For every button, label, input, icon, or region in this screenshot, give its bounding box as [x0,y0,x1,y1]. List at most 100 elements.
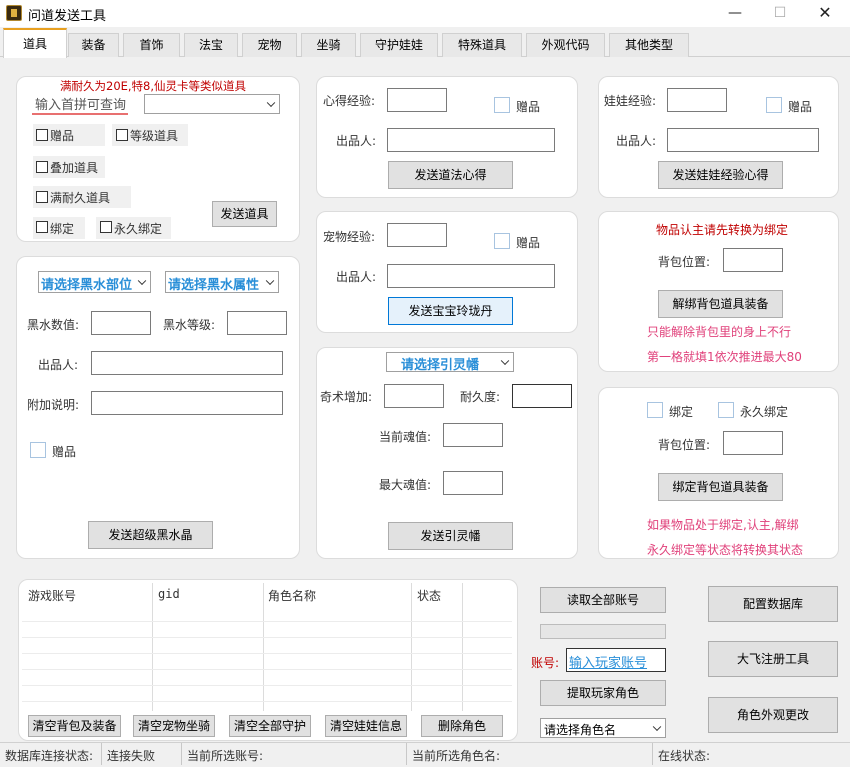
xinde-producer-input[interactable] [387,128,555,152]
xinde-exp-label: 心得经验: [323,94,376,108]
col-header-role-name[interactable]: 角色名称 [268,587,316,604]
blackwater-value-input[interactable] [91,311,151,335]
delete-role-button[interactable]: 删除角色 [421,715,503,737]
stack-item-checkbox[interactable] [36,161,48,173]
soul-durability-input[interactable] [512,384,572,408]
blackwater-attr-combo[interactable]: 请选择黑水属性 [165,271,279,293]
blackwater-gift-checkbox[interactable] [30,442,46,458]
doll-exp-input[interactable] [667,88,727,112]
perm-bind-checkbox[interactable] [718,402,734,418]
unbind-slot-input[interactable] [723,248,783,272]
soul-max-input[interactable] [443,471,503,495]
blackwater-note-input[interactable] [91,391,283,415]
xinde-gift-checkbox[interactable] [494,97,510,113]
pet-gift-checkbox[interactable] [494,233,510,249]
blackwater-attr-text: 请选择黑水属性 [168,278,260,293]
row-divider [22,637,512,638]
send-pet-dan-button[interactable]: 发送宝宝玲珑丹 [388,297,513,325]
send-blackwater-button[interactable]: 发送超级黑水晶 [88,521,213,549]
item-notice: 满耐久为20E,特8,仙灵卡等类似道具 [60,79,247,93]
send-item-button[interactable]: 发送道具 [212,201,277,227]
blackwater-part-text: 请选择黑水部位 [41,278,133,293]
pet-producer-input[interactable] [387,264,555,288]
chevron-down-icon [137,276,147,286]
col-header-account[interactable]: 游戏账号 [28,587,76,604]
blackwater-producer-input[interactable] [91,351,283,375]
close-icon[interactable]: ✕ [802,0,848,27]
tab-other-types[interactable]: 其他类型 [609,33,689,57]
row-divider [22,701,512,702]
item-gift-checkbox[interactable] [36,129,48,141]
send-soul-banner-button[interactable]: 发送引灵幡 [388,522,513,550]
tab-appearance-code[interactable]: 外观代码 [526,33,605,57]
bind-checkbox[interactable] [647,402,663,418]
bind-label: 绑定 [669,405,694,419]
perm-bind-label: 永久绑定 [740,405,789,419]
row-divider [22,669,512,670]
xinde-exp-input[interactable] [387,88,447,112]
change-appearance-button[interactable]: 角色外观更改 [708,697,838,733]
item-perm-bind-checkbox[interactable] [100,221,112,233]
account-label: 账号: [531,656,560,670]
bind-button[interactable]: 绑定背包道具装备 [658,473,783,501]
tab-artifact[interactable]: 法宝 [184,33,238,57]
account-table[interactable]: 游戏账号 gid 角色名称 状态 [22,583,512,711]
search-label: 输入首拼可查询 [35,98,127,113]
level-item-checkbox[interactable] [116,129,128,141]
unbind-button[interactable]: 解绑背包道具装备 [658,290,783,318]
col-divider [411,583,412,711]
xinde-gift-label: 赠品 [516,100,541,114]
status-divider [406,743,407,765]
role-select-combo[interactable]: 请选择角色名 [540,718,666,738]
stack-item-label: 叠加道具 [50,161,99,175]
register-tool-button[interactable]: 大飞注册工具 [708,641,838,677]
clear-bag-button[interactable]: 清空背包及装备 [28,715,121,737]
blackwater-part-combo[interactable]: 请选择黑水部位 [38,271,151,293]
clear-guards-button[interactable]: 清空全部守护 [229,715,311,737]
item-bind-label: 绑定 [50,222,75,236]
maximize-icon[interactable]: ☐ [757,0,803,27]
tab-equipment[interactable]: 装备 [68,33,119,57]
soul-banner-text: 请选择引灵幡 [401,358,480,373]
bind-hint-1: 如果物品处于绑定,认主,解绑 [647,518,799,532]
blackwater-level-label: 黑水等级: [163,318,216,332]
minimize-icon[interactable]: — [712,0,758,27]
fetch-role-button[interactable]: 提取玩家角色 [540,680,666,706]
soul-skill-input[interactable] [384,384,444,408]
full-durability-checkbox[interactable] [36,191,48,203]
doll-gift-checkbox[interactable] [766,97,782,113]
clear-dolls-button[interactable]: 清空娃娃信息 [325,715,407,737]
account-input[interactable]: 输入玩家账号 [566,648,666,672]
unbind-hint-2: 第一格就填1依次推进最大80 [647,350,802,364]
pet-exp-input[interactable] [387,223,447,247]
col-header-status[interactable]: 状态 [417,587,441,604]
db-status-label: 数据库连接状态: [5,749,94,763]
item-bind-checkbox[interactable] [36,221,48,233]
read-all-accounts-button[interactable]: 读取全部账号 [540,587,666,613]
bind-slot-input[interactable] [723,431,783,455]
row-divider [22,685,512,686]
role-select-text: 请选择角色名 [544,723,617,737]
tab-special-items[interactable]: 特殊道具 [442,33,522,57]
soul-banner-combo[interactable]: 请选择引灵幡 [386,352,514,373]
blackwater-level-input[interactable] [227,311,287,335]
col-divider [152,583,153,711]
item-search-combo[interactable] [144,94,280,114]
pet-producer-label: 出品人: [336,270,377,284]
soul-current-input[interactable] [443,423,503,447]
config-db-button[interactable]: 配置数据库 [708,586,838,622]
status-divider [181,743,182,765]
clear-pets-button[interactable]: 清空宠物坐骑 [133,715,215,737]
blackwater-note-label: 附加说明: [27,398,80,412]
send-doll-exp-button[interactable]: 发送娃娃经验心得 [658,161,783,189]
tab-items[interactable]: 道具 [3,28,67,58]
item-gift-label: 赠品 [50,129,75,143]
tab-pet[interactable]: 宠物 [242,33,297,57]
db-status-value: 连接失败 [107,749,156,763]
doll-producer-input[interactable] [667,128,819,152]
col-header-gid[interactable]: gid [158,587,180,601]
tab-jewelry[interactable]: 首饰 [123,33,180,57]
tab-guard-doll[interactable]: 守护娃娃 [360,33,438,57]
send-xinde-button[interactable]: 发送道法心得 [388,161,513,189]
tab-mount[interactable]: 坐骑 [301,33,356,57]
